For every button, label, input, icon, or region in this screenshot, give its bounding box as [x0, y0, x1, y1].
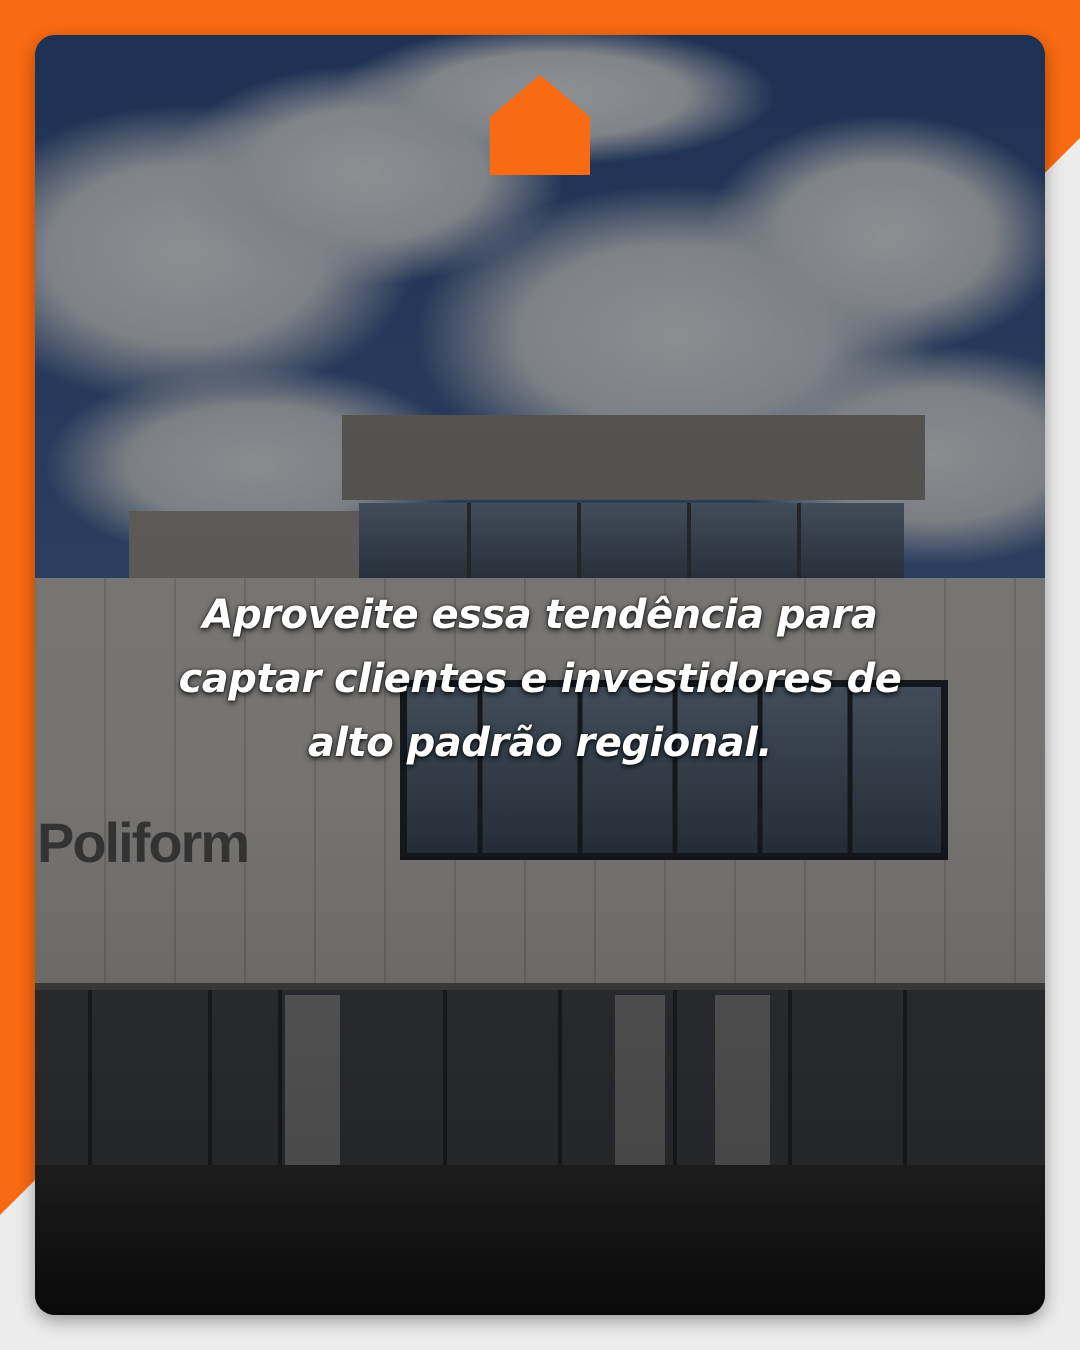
building-sign-text: Poliform — [37, 811, 250, 874]
headline-line-2: captar clientes e investidores de — [178, 656, 902, 702]
headline: Aproveite essa tendência para captar cli… — [155, 583, 925, 775]
headline-line-1: Aproveite essa tendência para — [202, 592, 878, 638]
headline-line-3: alto padrão regional. — [307, 720, 773, 766]
house-icon — [490, 75, 590, 175]
post-card: Poliform Aproveite essa tendência para c… — [35, 35, 1045, 1315]
